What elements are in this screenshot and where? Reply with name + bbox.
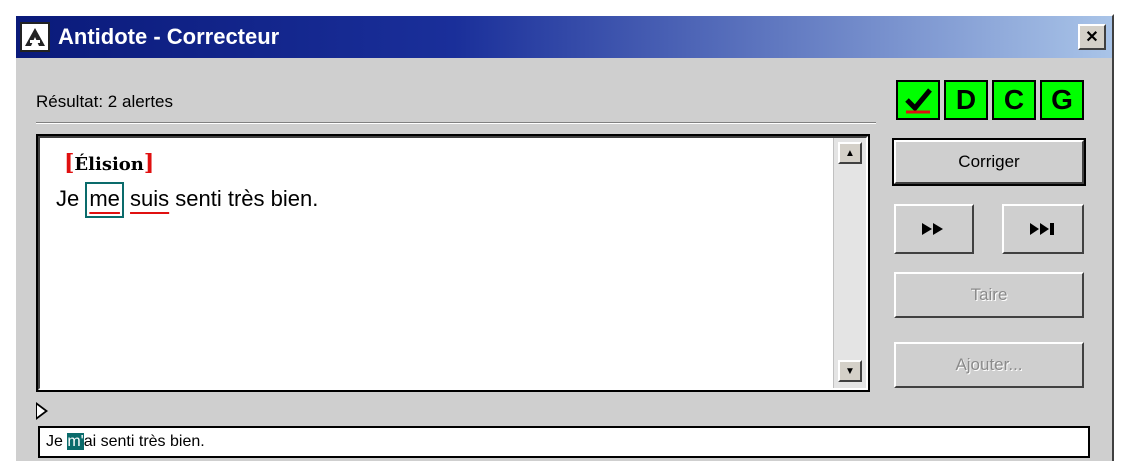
window-title: Antidote - Correcteur bbox=[58, 24, 280, 49]
expand-arrow-icon[interactable] bbox=[36, 402, 48, 420]
flagged-word-me[interactable]: me bbox=[85, 182, 124, 218]
alert-type: Élision bbox=[74, 154, 144, 175]
add-button[interactable]: Ajouter... bbox=[894, 342, 1084, 388]
g-letter-icon[interactable]: G bbox=[1040, 80, 1084, 120]
preview-highlight: m' bbox=[67, 433, 84, 450]
flagged-word-suis[interactable]: suis bbox=[130, 186, 169, 211]
vertical-scrollbar[interactable]: ▲ ▼ bbox=[833, 138, 866, 388]
next-button[interactable] bbox=[894, 204, 974, 254]
close-button[interactable]: ✕ bbox=[1078, 24, 1106, 50]
corrected-preview: Je m'ai senti très bien. bbox=[38, 426, 1090, 458]
title-bar[interactable]: Antidote - Correcteur ✕ bbox=[16, 16, 1112, 58]
result-divider bbox=[36, 122, 876, 124]
result-status: Résultat: 2 alertes bbox=[36, 92, 174, 111]
preview-after: ai senti très bien. bbox=[83, 433, 205, 450]
skip-end-icon bbox=[1030, 223, 1054, 235]
antidote-window: Antidote - Correcteur ✕ Résultat: 2 aler… bbox=[14, 14, 1114, 461]
close-icon: ✕ bbox=[1085, 29, 1099, 46]
sentence-before: Je bbox=[56, 186, 86, 211]
alert-bracket-open: [ bbox=[64, 150, 75, 176]
alert-bracket-close: ] bbox=[143, 150, 155, 176]
check-icon[interactable] bbox=[896, 80, 940, 120]
preview-before: Je bbox=[46, 433, 68, 450]
correct-button[interactable]: Corriger bbox=[892, 138, 1086, 186]
mode-buttons: D C G bbox=[896, 80, 1084, 120]
scroll-down-icon[interactable]: ▼ bbox=[838, 360, 862, 382]
sentence-text: Je me suis senti très bien. bbox=[56, 182, 319, 218]
d-letter-icon[interactable]: D bbox=[944, 80, 988, 120]
correction-editor[interactable]: [Élision] Je me suis senti très bien. ▲ … bbox=[36, 134, 870, 392]
ignore-button[interactable]: Taire bbox=[894, 272, 1084, 318]
c-letter-icon[interactable]: C bbox=[992, 80, 1036, 120]
scroll-up-icon[interactable]: ▲ bbox=[838, 142, 862, 164]
antidote-logo-icon bbox=[20, 22, 50, 52]
skip-to-end-button[interactable] bbox=[1002, 204, 1084, 254]
fast-forward-icon bbox=[922, 223, 943, 235]
alert-label: [Élision] bbox=[64, 150, 154, 176]
sentence-after: senti très bien. bbox=[169, 186, 319, 211]
